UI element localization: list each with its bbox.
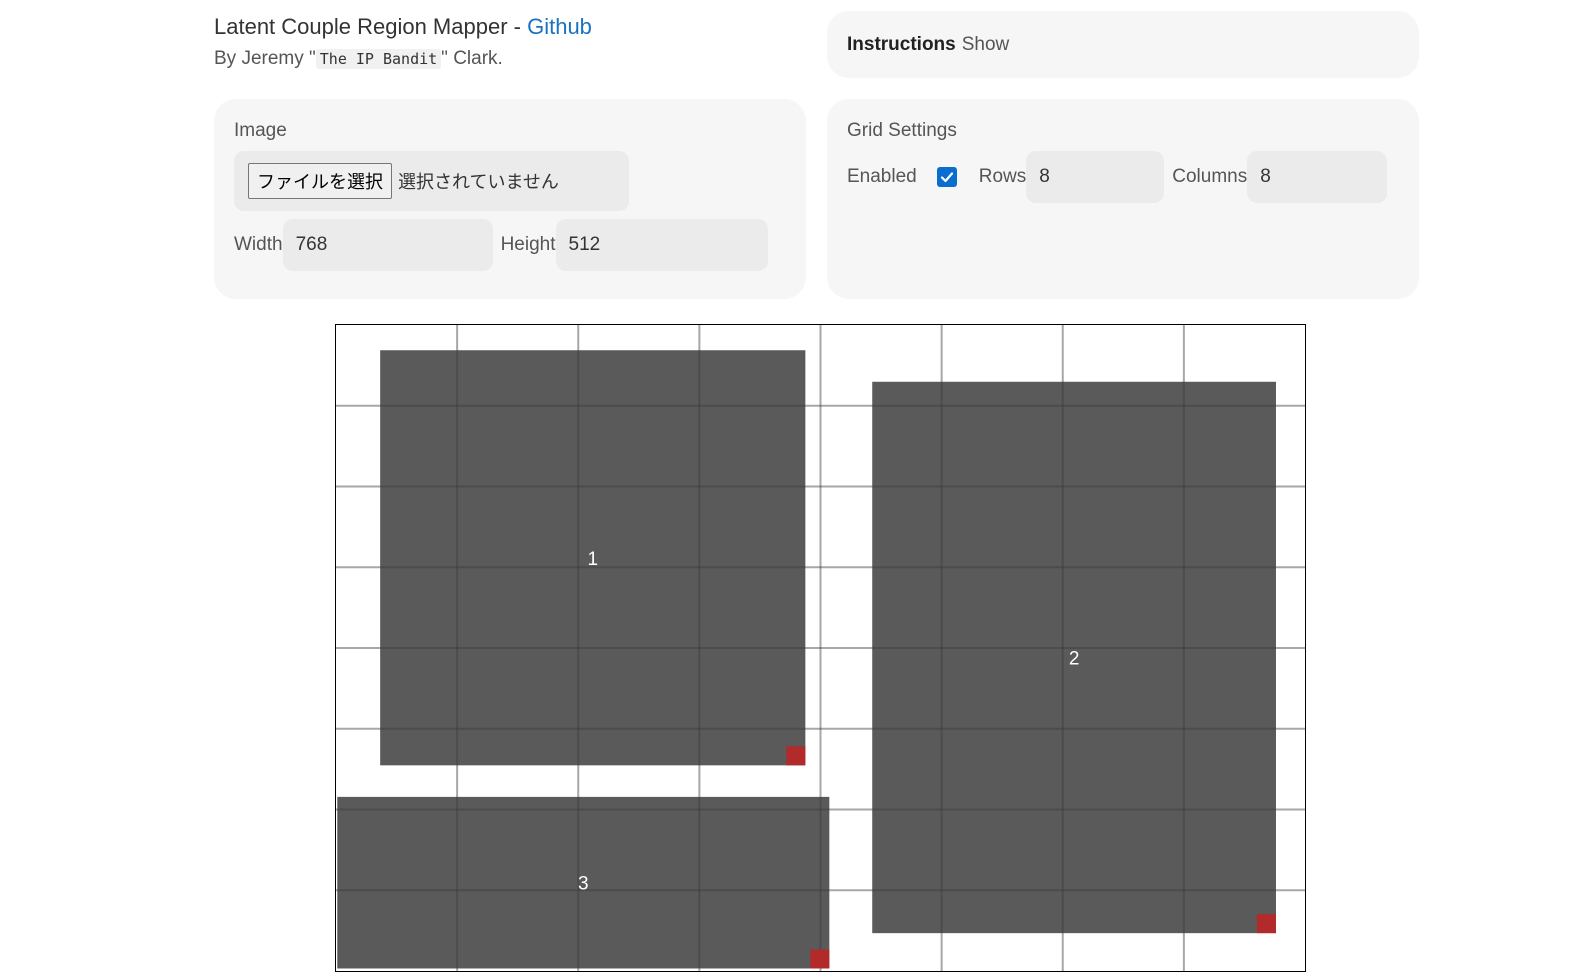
page-title: Latent Couple Region Mapper - Github [214,10,804,44]
grid-settings-label: Grid Settings [847,120,957,141]
height-input[interactable]: 512 [555,219,768,271]
app-page: Latent Couple Region Mapper - Github By … [0,0,1588,978]
enabled-label: Enabled [847,166,917,187]
title-text: Latent Couple Region Mapper - [214,14,528,39]
image-panel: Image ファイルを選択 選択されていません Width 768 Height… [214,99,806,299]
byline-suffix: " Clark. [441,48,503,69]
rows-label: Rows [978,166,1027,187]
github-link[interactable]: Github [527,14,592,39]
grid-settings-row: Enabled Rows 8 Columns 8 [847,151,1399,203]
byline-prefix: By Jeremy " [214,48,316,69]
width-input[interactable]: 768 [282,219,493,271]
file-status-text: 選択されていません [398,172,559,193]
region-label: 3 [578,874,589,895]
choose-file-button[interactable]: ファイルを選択 [248,163,392,199]
region-canvas[interactable]: 1 2 3 [335,324,1306,972]
resize-handle[interactable] [810,949,830,969]
author-byline: By Jeremy " The IP Bandit " Clark. [214,44,804,74]
app-header: Latent Couple Region Mapper - Github By … [214,10,804,80]
instructions-label: Instructions [847,33,956,55]
columns-label: Columns [1172,166,1248,187]
checkmark-icon [940,172,953,183]
region-label: 2 [1069,648,1080,669]
rows-input[interactable]: 8 [1026,151,1165,203]
columns-input[interactable]: 8 [1247,151,1388,203]
author-nickname: The IP Bandit [315,49,442,69]
region-label: 1 [587,549,598,570]
file-input[interactable]: ファイルを選択 選択されていません [234,151,629,211]
image-panel-label: Image [234,120,287,141]
resize-handle[interactable] [786,746,806,766]
width-label: Width [234,234,283,255]
height-label: Height [500,234,556,255]
instructions-show-toggle[interactable]: Show [962,34,1010,56]
grid-enabled-checkbox[interactable] [936,167,957,187]
instructions-panel[interactable]: Instructions Show [827,11,1419,78]
region-canvas-svg[interactable]: 1 2 3 [336,325,1305,971]
resize-handle[interactable] [1256,914,1276,934]
grid-settings-panel: Grid Settings Enabled Rows 8 Columns 8 [827,99,1419,299]
dimensions-row: Width 768 Height 512 [234,219,786,271]
